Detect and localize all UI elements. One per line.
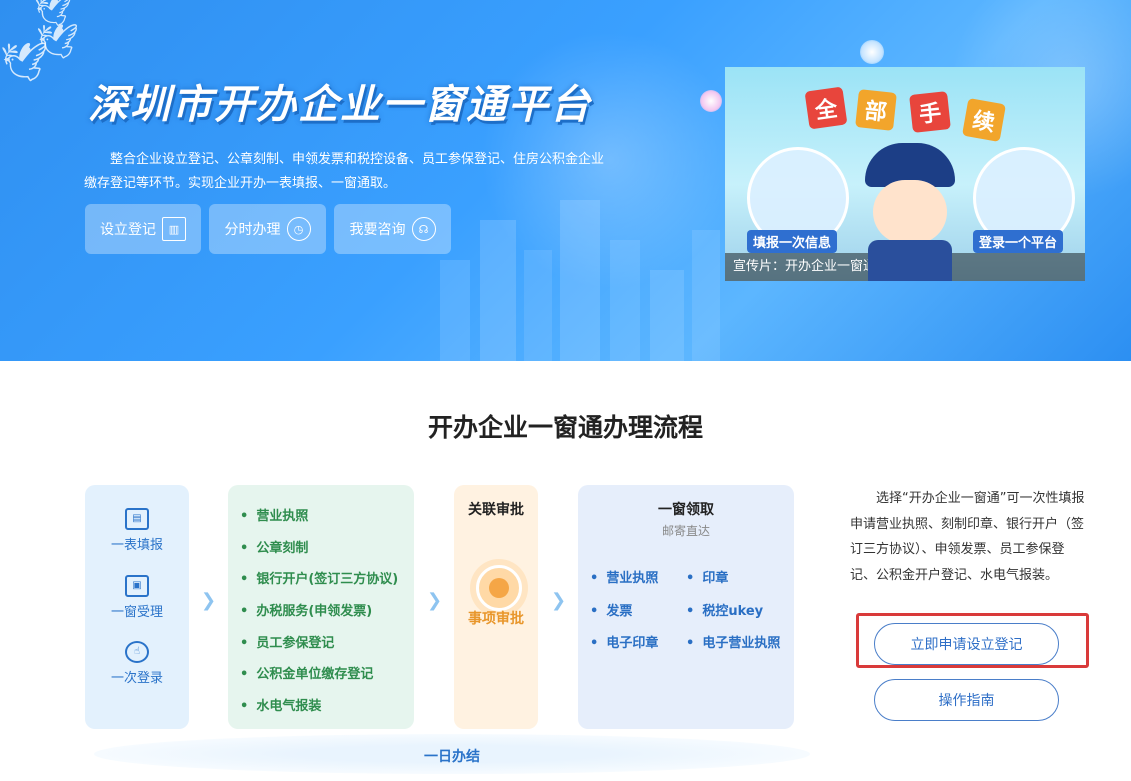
fill-info-tag: 填报一次信息 xyxy=(747,230,838,253)
chevron-right-icon: ❯ xyxy=(427,590,443,611)
support-agent-icon: ☊ xyxy=(411,217,436,241)
step-card-approval: 关联审批 事项审批 xyxy=(454,485,538,729)
pickup-item: 税控ukey xyxy=(686,600,763,619)
approval-heading: 关联审批 xyxy=(468,502,524,518)
step-item-one-window: ▣ 一窗受理 xyxy=(85,575,189,620)
id-card-icon: ▤ xyxy=(125,508,149,530)
time-slot-button[interactable]: 分时办理 ◷ xyxy=(209,204,326,254)
pickup-heading: 一窗领取 xyxy=(658,502,714,518)
badge-char: 手 xyxy=(909,91,951,133)
section-title: 开办企业一窗通办理流程 xyxy=(427,413,703,442)
service-item: 办税服务(申领发票) xyxy=(240,600,372,619)
chevron-right-icon: ❯ xyxy=(551,590,567,611)
consult-label: 我要咨询 xyxy=(349,222,406,238)
consult-button[interactable]: 我要咨询 ☊ xyxy=(334,204,451,254)
pickup-item: 发票 xyxy=(590,600,632,619)
window-icon: ▣ xyxy=(125,575,149,597)
pickup-item: 电子印章 xyxy=(590,632,658,651)
officer-face-illustration xyxy=(873,180,947,244)
officer-body-illustration xyxy=(868,240,952,281)
login-platform-tag: 登录一个平台 xyxy=(973,230,1064,253)
time-icon: ◷ xyxy=(286,217,311,241)
setup-registration-label: 设立登记 xyxy=(100,222,156,238)
login-icon: ☝ xyxy=(125,641,149,663)
step-item-label: 一次登录 xyxy=(110,671,163,686)
decorative-orb xyxy=(860,40,884,64)
side-description: 选择“开办企业一窗通”可一次性填报申请营业执照、刻制印章、银行开户（签订三方协议… xyxy=(850,491,1085,583)
badge-char: 续 xyxy=(961,97,1007,143)
badge-char: 部 xyxy=(855,89,897,131)
service-item: 公积金单位缴存登记 xyxy=(240,663,373,682)
pickup-item: 印章 xyxy=(686,567,728,586)
page-title: 深圳市开办企业一窗通平台 xyxy=(88,82,592,128)
approval-label: 事项审批 xyxy=(468,611,524,627)
stamp-icon xyxy=(476,565,522,611)
step-item-one-form: ▤ 一表填报 xyxy=(85,508,189,553)
pickup-item: 营业执照 xyxy=(590,567,658,586)
apply-registration-button[interactable]: 立即申请设立登记 xyxy=(874,623,1059,665)
pickup-subheading: 邮寄直达 xyxy=(661,524,710,538)
step-item-label: 一表填报 xyxy=(110,538,163,553)
process-footer-label: 一日办结 xyxy=(424,749,480,765)
pickup-item: 电子营业执照 xyxy=(686,632,780,651)
step-item-one-login: ☝ 一次登录 xyxy=(85,641,189,686)
service-item: 银行开户(签订三方协议) xyxy=(240,568,398,587)
service-item: 水电气报装 xyxy=(240,695,321,714)
service-item: 员工参保登记 xyxy=(240,632,334,651)
service-item: 营业执照 xyxy=(240,505,308,524)
badge-char: 全 xyxy=(804,86,848,130)
step-item-label: 一窗受理 xyxy=(110,605,163,620)
building-icon: ▥ xyxy=(162,217,186,241)
decorative-orb xyxy=(700,90,722,112)
setup-registration-button[interactable]: 设立登记 ▥ xyxy=(85,204,201,254)
chevron-right-icon: ❯ xyxy=(201,590,217,611)
bird-icon: 🕊 xyxy=(36,22,80,62)
operation-guide-button[interactable]: 操作指南 xyxy=(874,679,1059,721)
time-slot-label: 分时办理 xyxy=(224,222,281,238)
service-item: 公章刻制 xyxy=(240,537,308,556)
city-skyline-graphic xyxy=(440,200,720,361)
hero-description: 整合企业设立登记、公章刻制、申领发票和税控设备、员工参保登记、住房公积金企业缴存… xyxy=(84,152,605,191)
